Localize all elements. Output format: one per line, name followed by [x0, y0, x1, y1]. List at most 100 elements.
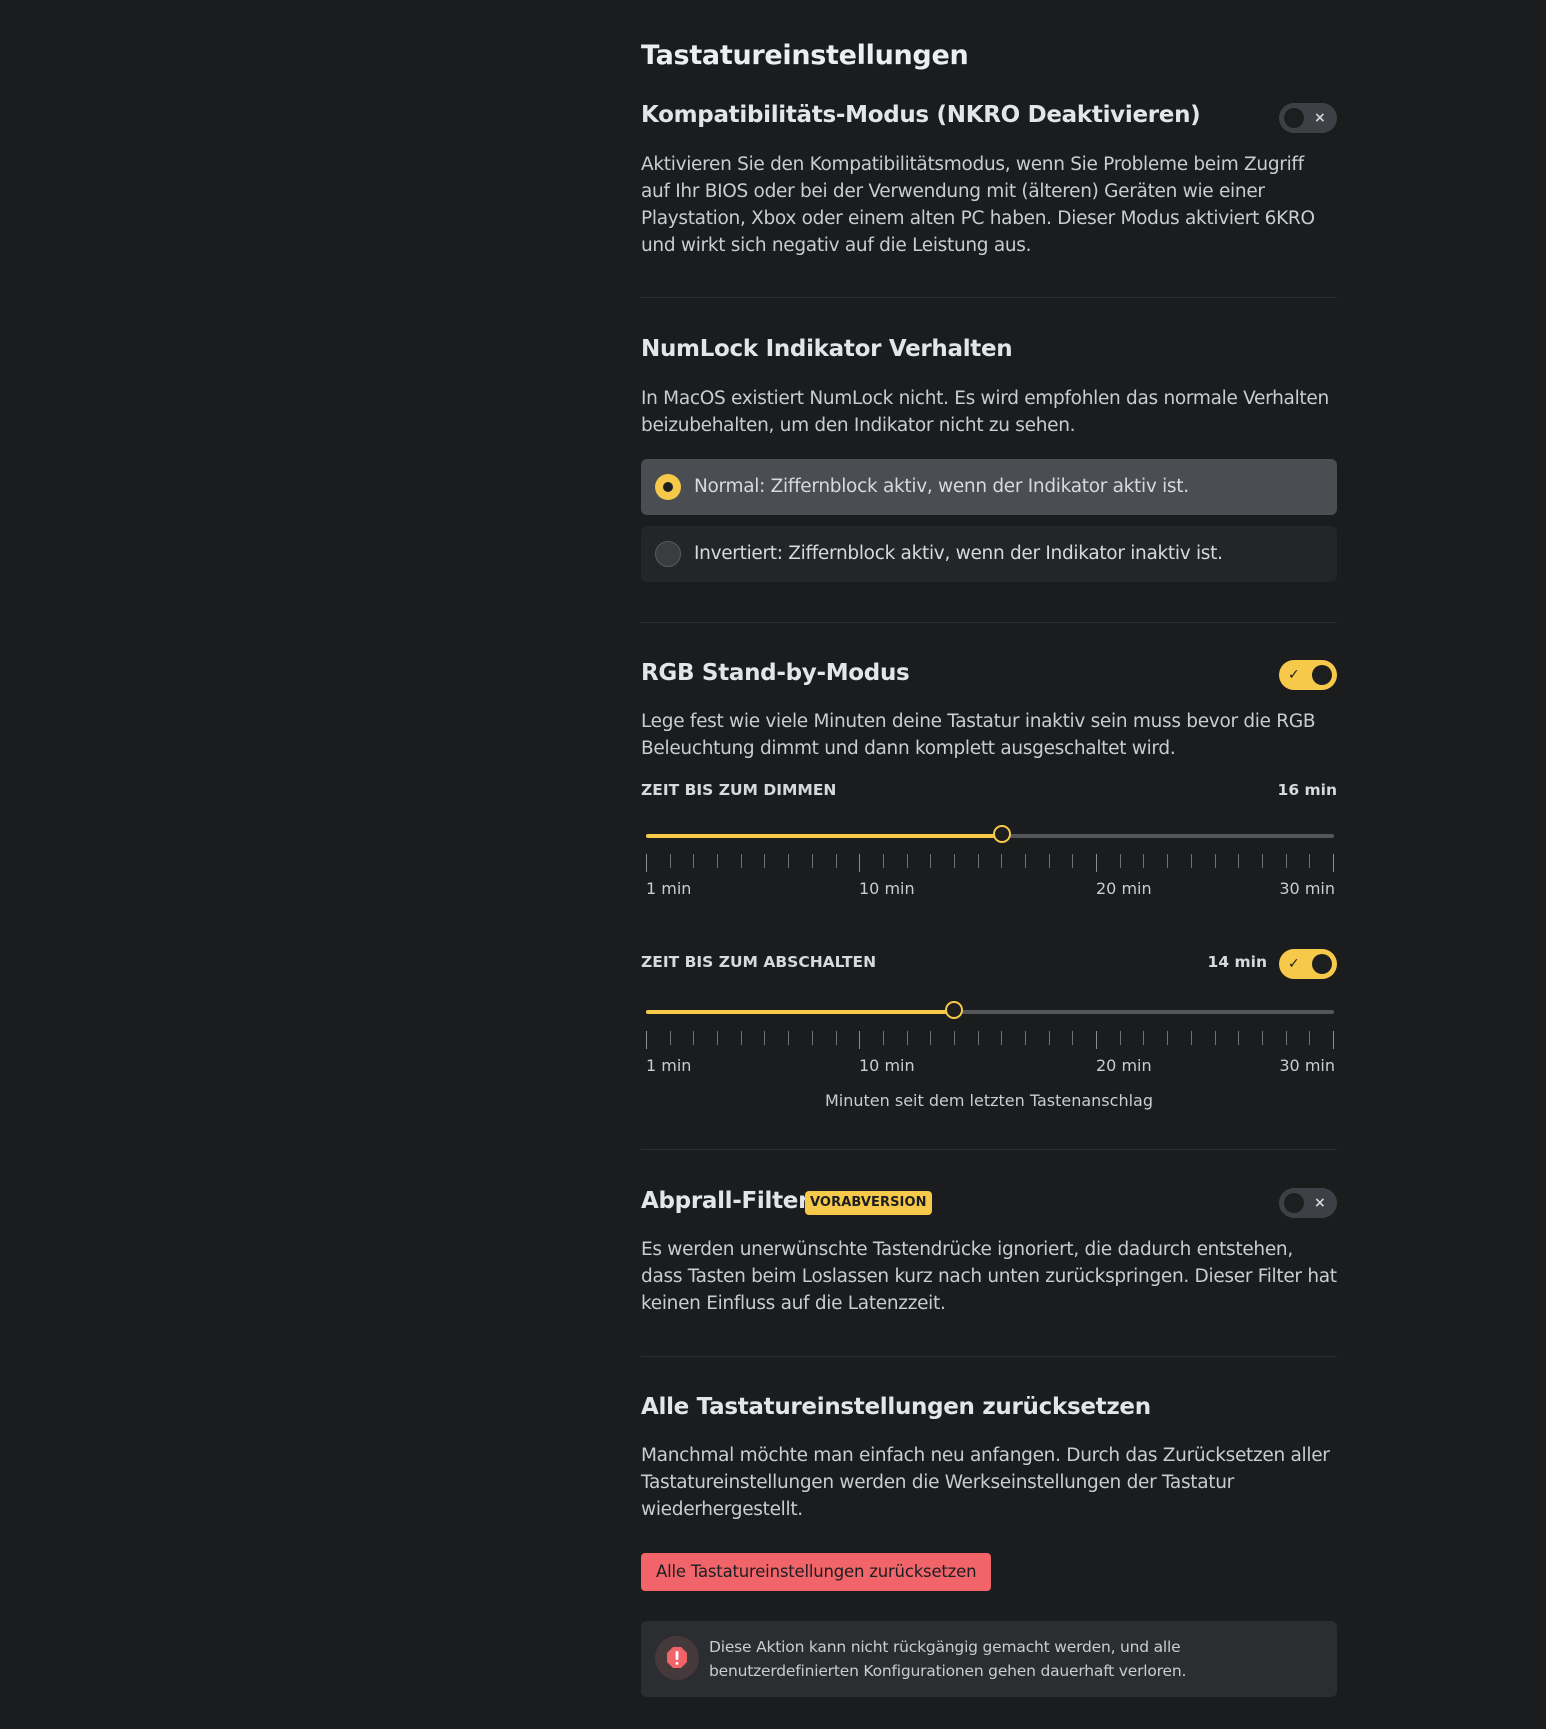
- slider-tick: [1143, 854, 1145, 868]
- slider-tick: [646, 854, 647, 872]
- toggle-knob: [1284, 108, 1304, 128]
- slider-tick: [906, 854, 908, 868]
- close-icon: ×: [1314, 110, 1326, 126]
- slider-tick: [953, 1031, 955, 1045]
- slider-tick: [740, 854, 742, 868]
- off-slider-fill: [646, 1010, 955, 1014]
- reset-warning: Diese Aktion kann nicht rückgängig gemac…: [641, 1621, 1337, 1697]
- page-title: Tastatureinstellungen: [641, 40, 969, 71]
- slider-tick: [835, 854, 837, 868]
- off-slider-ticks: [646, 1031, 1334, 1049]
- slider-tick: [764, 1031, 766, 1045]
- numlock-option-inverted-label: Invertiert: Ziffernblock aktiv, wenn der…: [694, 543, 1223, 564]
- off-tick-label-20: 20 min: [1096, 1056, 1152, 1075]
- numlock-option-inverted[interactable]: Invertiert: Ziffernblock aktiv, wenn der…: [641, 526, 1337, 582]
- dim-tick-label-20: 20 min: [1096, 879, 1152, 898]
- check-icon: ✓: [1288, 667, 1300, 683]
- slider-tick: [859, 1031, 861, 1049]
- slider-tick: [977, 854, 979, 868]
- off-slider-helper: Minuten seit dem letzten Tastenanschlag: [825, 1091, 1153, 1110]
- debounce-title: Abprall-Filter: [641, 1188, 810, 1214]
- slider-tick: [1143, 1031, 1145, 1045]
- off-slider-track[interactable]: [646, 1001, 1334, 1019]
- dim-slider-label: ZEIT BIS ZUM DIMMEN: [641, 781, 837, 799]
- dim-tick-label-1: 1 min: [646, 879, 692, 898]
- off-slider-label: ZEIT BIS ZUM ABSCHALTEN: [641, 953, 877, 971]
- slider-tick: [811, 854, 813, 868]
- compat-title: Kompatibilitäts-Modus (NKRO Deaktivieren…: [641, 102, 1201, 128]
- slider-tick: [740, 1031, 742, 1045]
- slider-tick: [1001, 854, 1003, 868]
- slider-tick: [930, 854, 932, 868]
- slider-tick: [1190, 1031, 1192, 1045]
- toggle-knob: [1312, 954, 1332, 974]
- slider-tick: [1119, 1031, 1121, 1045]
- radio-selected-icon: [655, 474, 681, 500]
- reset-description: Manchmal möchte man einfach neu anfangen…: [641, 1445, 1330, 1520]
- off-slider-thumb[interactable]: [945, 1001, 964, 1019]
- dim-slider-thumb[interactable]: [992, 825, 1011, 843]
- slider-tick: [1096, 1031, 1098, 1049]
- slider-tick: [977, 1031, 979, 1045]
- slider-tick: [646, 1031, 647, 1049]
- rgb-standby-title: RGB Stand-by-Modus: [641, 660, 910, 686]
- slider-tick: [811, 1031, 813, 1045]
- slider-tick: [1072, 1031, 1074, 1045]
- off-tick-label-30: 30 min: [1279, 1056, 1335, 1075]
- slider-tick: [1309, 854, 1311, 868]
- reset-all-button[interactable]: Alle Tastatureinstellungen zurücksetzen: [641, 1553, 992, 1591]
- slider-tick: [1261, 854, 1263, 868]
- off-tick-label-1: 1 min: [646, 1056, 692, 1075]
- off-slider-toggle[interactable]: ✓: [1279, 949, 1337, 979]
- slider-tick: [717, 1031, 719, 1045]
- slider-tick: [1285, 854, 1287, 868]
- numlock-description: In MacOS existiert NumLock nicht. Es wir…: [641, 388, 1329, 436]
- slider-tick: [1167, 1031, 1169, 1045]
- slider-tick: [1096, 854, 1098, 872]
- slider-tick: [1119, 854, 1121, 868]
- numlock-title: NumLock Indikator Verhalten: [641, 336, 1013, 362]
- slider-tick: [1025, 1031, 1027, 1045]
- dim-slider-ticks: [646, 854, 1334, 872]
- slider-tick: [1048, 1031, 1050, 1045]
- rgb-standby-description: Lege fest wie viele Minuten deine Tastat…: [641, 711, 1316, 759]
- off-slider-value: 14 min: [1207, 953, 1267, 971]
- slider-tick: [1333, 854, 1334, 872]
- slider-tick: [788, 854, 790, 868]
- slider-tick: [1238, 1031, 1240, 1045]
- divider: [641, 1149, 1337, 1150]
- slider-tick: [1214, 1031, 1216, 1045]
- slider-tick: [1072, 854, 1074, 868]
- dim-slider-fill: [646, 834, 1002, 838]
- slider-tick: [693, 1031, 695, 1045]
- slider-tick: [906, 1031, 908, 1045]
- numlock-option-normal-label: Normal: Ziffernblock aktiv, wenn der Ind…: [694, 476, 1189, 497]
- slider-tick: [669, 854, 671, 868]
- debounce-toggle[interactable]: ×: [1279, 1188, 1337, 1218]
- slider-tick: [1025, 854, 1027, 868]
- compat-toggle[interactable]: ×: [1279, 103, 1337, 133]
- check-icon: ✓: [1288, 956, 1300, 972]
- slider-tick: [1167, 854, 1169, 868]
- slider-tick: [1261, 1031, 1263, 1045]
- slider-tick: [953, 854, 955, 868]
- slider-tick: [930, 1031, 932, 1045]
- slider-tick: [1333, 1031, 1334, 1049]
- slider-tick: [1309, 1031, 1311, 1045]
- close-icon: ×: [1314, 1195, 1326, 1211]
- rgb-standby-toggle[interactable]: ✓: [1279, 660, 1337, 690]
- numlock-option-normal[interactable]: Normal: Ziffernblock aktiv, wenn der Ind…: [641, 459, 1337, 515]
- radio-unselected-icon: [655, 541, 681, 567]
- slider-tick: [788, 1031, 790, 1045]
- slider-tick: [882, 1031, 884, 1045]
- slider-tick: [1001, 1031, 1003, 1045]
- divider: [641, 297, 1337, 298]
- compat-description: Aktivieren Sie den Kompatibilitätsmodus,…: [641, 154, 1315, 256]
- toggle-knob: [1284, 1193, 1304, 1213]
- debounce-description: Es werden unerwünschte Tastendrücke igno…: [641, 1239, 1337, 1314]
- slider-tick: [1285, 1031, 1287, 1045]
- slider-tick: [1238, 854, 1240, 868]
- slider-tick: [1048, 854, 1050, 868]
- dim-slider-track[interactable]: [646, 825, 1334, 843]
- divider: [641, 622, 1337, 623]
